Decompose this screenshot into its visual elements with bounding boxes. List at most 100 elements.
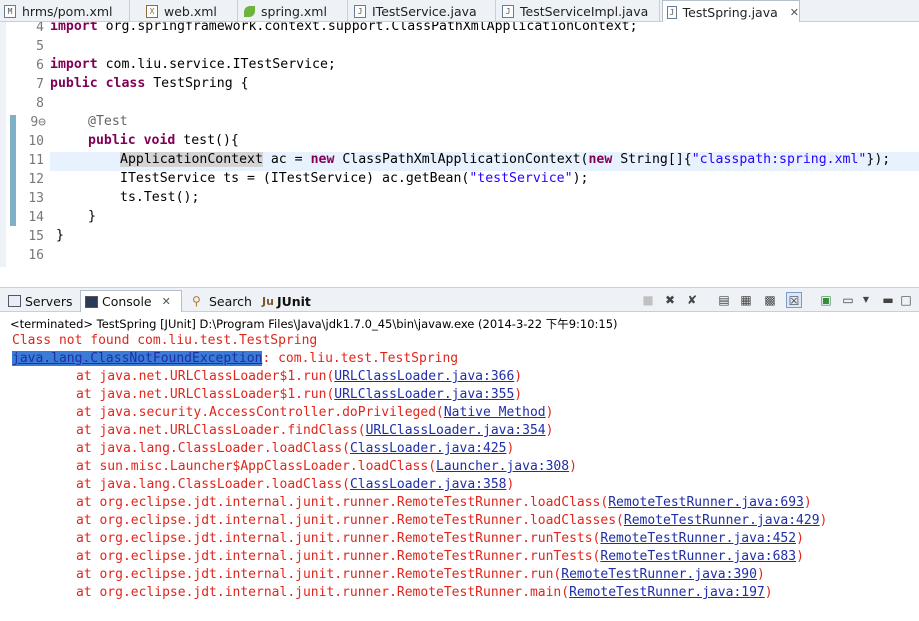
- code-line-14: }: [88, 209, 96, 224]
- source-link[interactable]: URLClassLoader.java:355: [334, 387, 514, 402]
- selected-token: ApplicationContext: [120, 152, 263, 167]
- tab-pom-xml[interactable]: M hrms/pom.xml: [0, 0, 130, 22]
- tab-spring-xml[interactable]: spring.xml: [240, 0, 348, 22]
- word-wrap-icon[interactable]: ▩: [762, 292, 778, 308]
- xml-file-icon: X: [146, 4, 158, 18]
- stack-trace-line: at java.net.URLClassLoader$1.run(URLClas…: [76, 387, 523, 402]
- tab-web-xml[interactable]: X web.xml: [142, 0, 238, 22]
- open-console-icon[interactable]: ▭: [840, 292, 856, 308]
- spring-file-icon: [244, 5, 255, 17]
- terminate-icon[interactable]: ■: [640, 292, 656, 308]
- close-icon[interactable]: ✕: [162, 295, 171, 308]
- tab-testserviceimpl[interactable]: J TestServiceImpl.java: [498, 0, 660, 22]
- stack-trace-line: at org.eclipse.jdt.internal.junit.runner…: [76, 513, 828, 528]
- line-number: 12: [28, 172, 44, 187]
- tab-itestservice[interactable]: J ITestService.java: [350, 0, 496, 22]
- scroll-lock-icon[interactable]: ▤: [716, 292, 732, 308]
- tab-label: TestSpring.java: [682, 4, 778, 20]
- console-output[interactable]: Class not found com.liu.test.TestSpring …: [0, 332, 919, 621]
- code-line-15: }: [56, 228, 64, 243]
- stack-trace-line: at org.eclipse.jdt.internal.junit.runner…: [76, 549, 804, 564]
- tab-console[interactable]: Console ✕: [80, 290, 182, 312]
- servers-icon: [8, 295, 21, 307]
- tab-label: TestServiceImpl.java: [520, 3, 649, 19]
- maximize-icon[interactable]: □: [898, 292, 914, 308]
- tab-junit[interactable]: Ju JUnit: [258, 291, 318, 311]
- line-number: 13: [28, 191, 44, 206]
- source-link[interactable]: RemoteTestRunner.java:693: [608, 495, 804, 510]
- code-line-6: import com.liu.service.ITestService;: [50, 57, 336, 72]
- code-line-7: public class TestSpring {: [50, 76, 249, 91]
- java-file-icon: J: [667, 5, 677, 19]
- junit-icon: Ju: [262, 294, 274, 308]
- source-link[interactable]: RemoteTestRunner.java:197: [569, 585, 765, 600]
- source-link[interactable]: RemoteTestRunner.java:452: [600, 531, 796, 546]
- console-icon: [85, 295, 98, 308]
- line-number: 16: [28, 248, 44, 263]
- line-number: 8: [36, 96, 44, 111]
- tab-label: web.xml: [164, 3, 217, 19]
- tab-label: ITestService.java: [372, 3, 477, 19]
- stack-trace-line: at sun.misc.Launcher$AppClassLoader.load…: [76, 459, 577, 474]
- source-link[interactable]: ClassLoader.java:358: [350, 477, 507, 492]
- stack-trace-line: at java.net.URLClassLoader.findClass(URL…: [76, 423, 554, 438]
- tab-search[interactable]: ⚲ Search: [188, 291, 254, 311]
- display-selected-console-icon[interactable]: ▣: [818, 292, 834, 308]
- tab-servers[interactable]: Servers: [4, 291, 78, 311]
- remove-launch-icon[interactable]: ✖: [662, 292, 678, 308]
- exception-link[interactable]: java.lang.ClassNotFoundException: [12, 351, 263, 366]
- code-editor[interactable]: 4 5 6 7 8 9⊖ 10 11 12 13 14 15 16 import…: [0, 22, 919, 267]
- java-file-icon: J: [502, 4, 514, 18]
- view-tab-bar: Servers Console ✕ ⚲ Search Ju JUnit: [0, 287, 919, 312]
- line-number: 5: [36, 39, 44, 54]
- console-line: Class not found com.liu.test.TestSpring: [12, 333, 318, 348]
- console-line: java.lang.ClassNotFoundException: com.li…: [12, 351, 459, 366]
- line-number-gutter: 4 5 6 7 8 9⊖ 10 11 12 13 14 15 16: [6, 22, 50, 267]
- console-status-line: <terminated> TestSpring [JUnit] D:\Progr…: [10, 317, 618, 331]
- source-link[interactable]: Launcher.java:308: [436, 459, 569, 474]
- line-number-fold[interactable]: 9⊖: [16, 115, 46, 130]
- line-number: 7: [36, 77, 44, 92]
- line-number: 6: [36, 58, 44, 73]
- stack-trace-line: at org.eclipse.jdt.internal.junit.runner…: [76, 567, 765, 582]
- code-line-10: public void test(){: [88, 133, 239, 148]
- stack-trace-line: at java.lang.ClassLoader.loadClass(Class…: [76, 477, 515, 492]
- source-link[interactable]: Native Method: [444, 405, 546, 420]
- code-line-11: ApplicationContext ac = new ClassPathXml…: [120, 152, 891, 167]
- stack-trace-line: at org.eclipse.jdt.internal.junit.runner…: [76, 531, 804, 546]
- source-link[interactable]: URLClassLoader.java:354: [366, 423, 546, 438]
- stack-trace-line: at org.eclipse.jdt.internal.junit.runner…: [76, 585, 773, 600]
- tab-label: spring.xml: [261, 3, 327, 19]
- source-link[interactable]: RemoteTestRunner.java:429: [624, 513, 820, 528]
- minimize-icon[interactable]: ▬: [880, 292, 896, 308]
- source-link[interactable]: RemoteTestRunner.java:683: [600, 549, 796, 564]
- line-number: 15: [28, 229, 44, 244]
- stack-trace-line: at java.net.URLClassLoader$1.run(URLClas…: [76, 369, 523, 384]
- new-console-dropdown-icon[interactable]: ▼: [858, 292, 874, 308]
- source-link[interactable]: ClassLoader.java:425: [350, 441, 507, 456]
- maven-pom-icon: M: [4, 4, 16, 18]
- line-number: 4: [36, 22, 44, 35]
- java-interface-icon: J: [354, 4, 366, 18]
- code-line-12: ITestService ts = (ITestService) ac.getB…: [120, 171, 589, 186]
- remove-all-icon[interactable]: ✘: [684, 292, 700, 308]
- source-link[interactable]: URLClassLoader.java:366: [334, 369, 514, 384]
- stack-trace-line: at org.eclipse.jdt.internal.junit.runner…: [76, 495, 812, 510]
- stack-trace-line: at java.security.AccessController.doPriv…: [76, 405, 554, 420]
- line-number: 10: [28, 134, 44, 149]
- code-line-13: ts.Test();: [120, 190, 200, 205]
- line-number: 14: [28, 210, 44, 225]
- editor-tab-bar: M hrms/pom.xml X web.xml spring.xml J IT…: [0, 0, 919, 23]
- clear-console-icon[interactable]: ☒: [786, 292, 802, 308]
- source-link[interactable]: RemoteTestRunner.java:390: [561, 567, 757, 582]
- search-icon: ⚲: [192, 294, 201, 308]
- tab-testspring[interactable]: J TestSpring.java ✕: [662, 0, 800, 23]
- tab-label: hrms/pom.xml: [22, 3, 113, 19]
- change-marker: [10, 115, 16, 226]
- code-line-4: import org.springframework.context.suppo…: [50, 22, 638, 34]
- close-icon[interactable]: ✕: [790, 6, 799, 19]
- pin-icon[interactable]: ▦: [738, 292, 754, 308]
- code-line-9: @Test: [88, 114, 128, 129]
- stack-trace-line: at java.lang.ClassLoader.loadClass(Class…: [76, 441, 515, 456]
- line-number: 11: [28, 153, 44, 168]
